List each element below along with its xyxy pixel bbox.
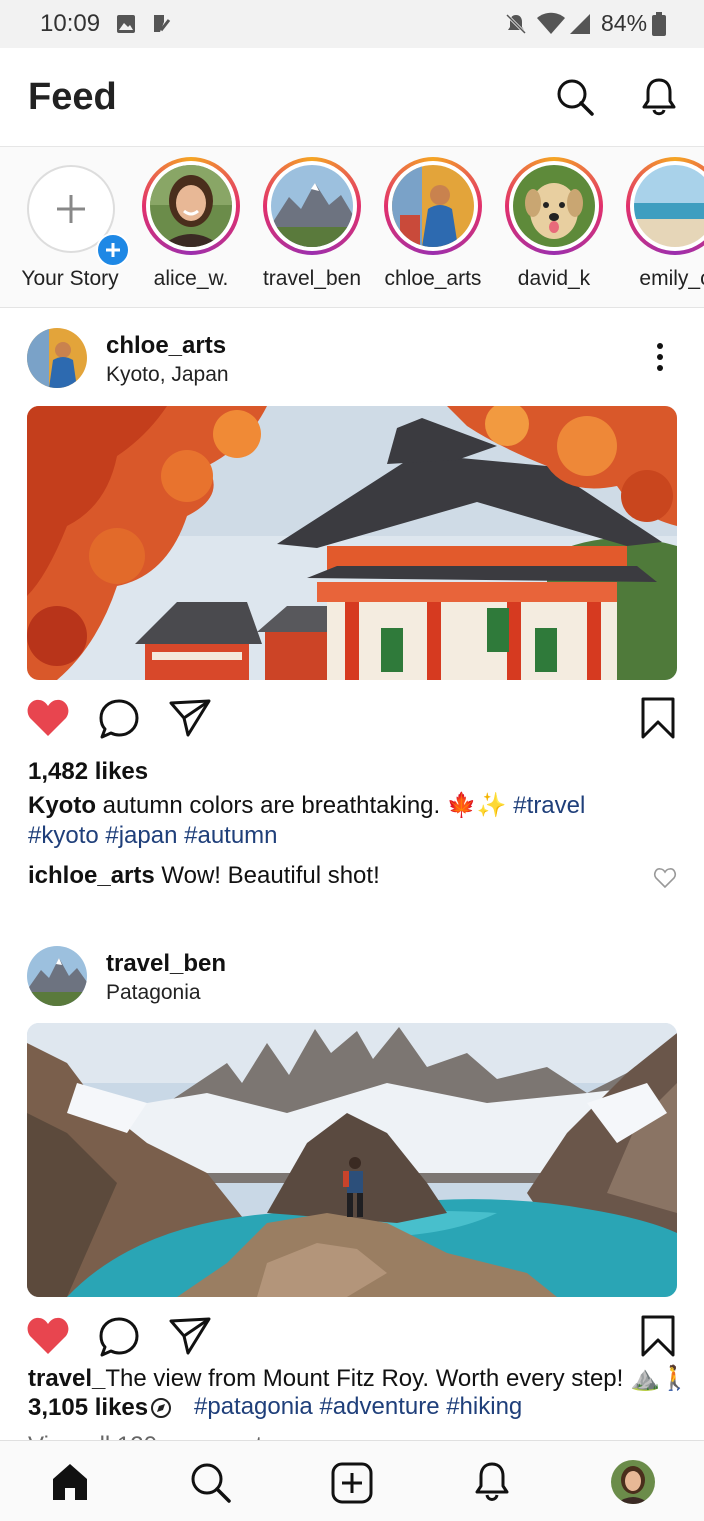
- story-label: Your Story: [21, 267, 119, 290]
- story-david-k[interactable]: david_k: [494, 157, 614, 297]
- story-travel-ben[interactable]: travel_ben: [252, 157, 372, 297]
- plus-icon: [106, 243, 120, 257]
- story-chloe-arts[interactable]: chloe_arts: [373, 157, 493, 297]
- stories-bar: Your Story alice_w. travel_ben chloe_art…: [0, 147, 704, 308]
- hashtag-link[interactable]: #travel: [513, 792, 585, 819]
- comment-icon[interactable]: [98, 698, 140, 740]
- create-post-icon[interactable]: [330, 1461, 374, 1505]
- home-icon[interactable]: [49, 1461, 91, 1503]
- caption-text: The view from Mount Fitz Roy. Worth ever…: [105, 1365, 690, 1392]
- story-ring: [626, 157, 704, 255]
- story-avatar: [150, 165, 232, 247]
- profile-avatar[interactable]: [611, 1460, 655, 1504]
- story-ring: [263, 157, 361, 255]
- story-avatar: [513, 165, 595, 247]
- story-avatar: [634, 165, 704, 247]
- story-ring: [142, 157, 240, 255]
- post-caption: Kyoto autumn colors are breathtaking. 🍁✨…: [28, 791, 668, 851]
- story-your-story[interactable]: Your Story: [10, 157, 130, 297]
- notifications-bell-icon[interactable]: [472, 1459, 512, 1505]
- wifi-icon: [537, 12, 565, 34]
- story-label: chloe_arts: [384, 267, 482, 290]
- story-ring: [505, 157, 603, 255]
- comment-like-icon[interactable]: [653, 867, 677, 889]
- compass-icon: [151, 1398, 171, 1418]
- add-story-badge[interactable]: [96, 233, 130, 267]
- post-avatar[interactable]: [27, 328, 87, 388]
- more-options-icon[interactable]: [650, 342, 670, 374]
- bottom-navigation: [0, 1440, 704, 1521]
- signal-icon: [570, 14, 590, 34]
- view-comments-clip: View all 120 comments: [0, 1430, 704, 1440]
- story-label: emily_c: [639, 267, 704, 290]
- post-location[interactable]: Patagonia: [106, 981, 201, 1005]
- caption-username[interactable]: Kyoto: [28, 792, 96, 819]
- bookmark-icon[interactable]: [640, 1314, 676, 1358]
- comment-username[interactable]: ichloe_arts: [28, 862, 155, 889]
- image-notification-icon: [117, 15, 135, 33]
- share-send-icon[interactable]: [168, 1316, 212, 1356]
- post-image[interactable]: [27, 1023, 677, 1297]
- search-icon[interactable]: [555, 77, 595, 117]
- like-heart-icon[interactable]: [26, 698, 70, 738]
- page-title: Feed: [28, 76, 117, 118]
- story-label: alice_w.: [153, 267, 229, 290]
- comment-icon[interactable]: [98, 1316, 140, 1358]
- caption-text: autumn colors are breathtaking. 🍁✨: [96, 792, 514, 819]
- notifications-bell-icon[interactable]: [640, 76, 678, 118]
- likes-count[interactable]: 3,105 likes: [28, 1394, 148, 1422]
- post-avatar[interactable]: [27, 946, 87, 1006]
- post-caption: travel_The view from Mount Fitz Roy. Wor…: [28, 1364, 690, 1394]
- post-image[interactable]: [27, 406, 677, 680]
- likes-count[interactable]: 1,482 likes: [28, 758, 148, 786]
- like-heart-icon[interactable]: [26, 1316, 70, 1356]
- hashtag-links[interactable]: #kyoto #japan #autumn: [28, 822, 278, 849]
- post-username[interactable]: travel_ben: [106, 950, 226, 978]
- comment-row: ichloe_arts Wow! Beautiful shot!: [28, 862, 380, 890]
- status-bar: 10:09 84%: [0, 0, 704, 48]
- story-label: david_k: [517, 267, 591, 290]
- status-time: 10:09: [40, 10, 101, 37]
- share-send-icon[interactable]: [168, 698, 212, 738]
- story-alice[interactable]: alice_w.: [131, 157, 251, 297]
- story-avatar: [271, 165, 353, 247]
- story-ring: [384, 157, 482, 255]
- clipboard-check-icon: [154, 15, 171, 32]
- app-header: Feed: [0, 48, 704, 147]
- comment-text: Wow! Beautiful shot!: [154, 862, 380, 889]
- post-username[interactable]: chloe_arts: [106, 332, 226, 360]
- story-label: travel_ben: [262, 267, 362, 290]
- story-emily[interactable]: emily_c: [615, 157, 704, 297]
- view-all-comments-link[interactable]: View all 120 comments: [28, 1432, 274, 1440]
- notifications-muted-icon: [505, 13, 527, 35]
- battery-icon: [652, 12, 666, 36]
- bookmark-icon[interactable]: [640, 696, 676, 740]
- story-avatar: [392, 165, 474, 247]
- battery-percent: 84%: [601, 10, 648, 36]
- hashtag-links[interactable]: #patagonia #adventure #hiking: [194, 1392, 522, 1422]
- search-icon[interactable]: [189, 1461, 233, 1505]
- post-location[interactable]: Kyoto, Japan: [106, 363, 229, 387]
- caption-username[interactable]: travel_: [28, 1365, 105, 1392]
